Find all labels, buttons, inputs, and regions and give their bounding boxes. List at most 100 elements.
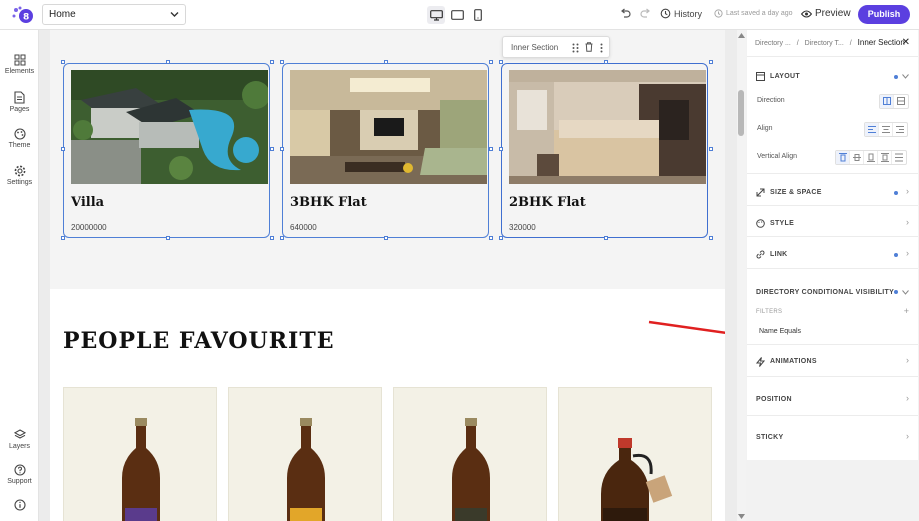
resize-handle[interactable] [499,147,503,151]
scroll-up-icon[interactable] [738,33,745,38]
resize-handle[interactable] [166,236,170,240]
resize-handle[interactable] [489,60,493,64]
resize-handle[interactable] [604,60,608,64]
position-section-header[interactable]: POSITION [756,396,792,403]
breadcrumb-item[interactable]: Directory ... [755,40,791,47]
resize-handle[interactable] [61,236,65,240]
valign-center-button[interactable] [850,151,864,164]
animations-section-header[interactable]: ANIMATIONS [770,358,817,365]
chevron-right-icon[interactable]: › [906,355,909,365]
valign-stretch-button[interactable] [878,151,892,164]
sidebar-item-support[interactable]: Support [0,464,39,485]
property-card-selected[interactable]: 2BHK Flat 320000 [501,63,708,238]
valign-bottom-button[interactable] [864,151,878,164]
product-card[interactable] [558,387,712,521]
undo-icon[interactable] [620,8,631,19]
property-card[interactable]: 3BHK Flat 640000 [282,63,489,238]
delete-icon[interactable] [585,42,593,52]
resize-handle[interactable] [270,147,274,151]
resize-handle[interactable] [709,236,713,240]
resize-handle[interactable] [604,236,608,240]
link-section-header[interactable]: LINK [770,251,788,258]
info-button[interactable] [0,499,39,513]
beer-bottle-image [452,418,490,521]
align-left-button[interactable] [865,123,879,136]
align-toggle[interactable] [864,122,908,137]
scroll-down-icon[interactable] [738,514,745,519]
property-price: 640000 [290,223,317,232]
preview-button[interactable]: Preview [815,8,851,19]
resize-handle[interactable] [499,60,503,64]
align-center-icon [882,126,890,133]
direction-row-button[interactable] [880,95,894,108]
style-section-header[interactable]: STYLE [770,220,794,227]
publish-button[interactable]: Publish [858,5,910,24]
close-icon[interactable]: ✕ [902,37,910,48]
canvas-scrollbar[interactable] [737,30,746,521]
layout-section-header[interactable]: LAYOUT [770,73,800,80]
chevron-right-icon[interactable]: › [906,431,909,441]
sidebar-item-pages[interactable]: Pages [0,91,39,113]
inner-section-label: Inner Section [511,43,559,52]
direction-toggle[interactable] [879,94,909,109]
more-options-icon[interactable] [600,43,603,53]
sidebar-item-elements[interactable]: Elements [0,54,39,75]
desktop-view-button[interactable] [427,6,445,24]
resize-handle[interactable] [489,236,493,240]
chevron-right-icon[interactable]: › [906,248,909,258]
product-card[interactable] [393,387,547,521]
resize-handle[interactable] [280,60,284,64]
chevron-down-icon[interactable] [902,74,909,79]
size-space-section-header[interactable]: SIZE & SPACE [770,189,822,196]
directory-visibility-section-header[interactable]: DIRECTORY CONDITIONAL VISIBILITY [756,289,894,296]
align-center-button[interactable] [879,123,893,136]
resize-handle[interactable] [384,236,388,240]
resize-handle[interactable] [280,236,284,240]
breadcrumb-item[interactable]: Directory T... [805,40,844,47]
resize-handle[interactable] [489,147,493,151]
chevron-right-icon[interactable]: › [906,217,909,227]
direction-column-button[interactable] [894,95,908,108]
resize-handle[interactable] [499,236,503,240]
product-card[interactable] [63,387,217,521]
resize-handle[interactable] [270,60,274,64]
history-icon[interactable] [660,8,671,19]
sidebar-item-theme[interactable]: Theme [0,128,39,149]
filter-item[interactable]: Name Equals [759,328,801,335]
valign-space-button[interactable] [892,151,906,164]
chevron-right-icon[interactable]: › [906,393,909,403]
align-left-icon [868,126,876,133]
info-icon [13,499,26,511]
page-select[interactable]: Home [42,4,186,25]
mobile-view-button[interactable] [469,6,487,24]
resize-handle[interactable] [280,147,284,151]
sidebar-item-layers[interactable]: Layers [0,429,39,450]
sidebar-item-label: Pages [9,106,30,113]
inner-section-toolbar[interactable]: Inner Section [502,36,610,58]
scrollbar-thumb[interactable] [738,90,744,136]
tablet-view-button[interactable] [448,6,466,24]
editor-canvas[interactable]: Inner Section Villa 20000000 3BHK Flat 6… [50,30,725,521]
resize-handle[interactable] [166,60,170,64]
add-filter-icon[interactable]: + [904,306,909,316]
vertical-align-toggle[interactable] [835,150,907,165]
resize-handle[interactable] [270,236,274,240]
sticky-section-header[interactable]: STICKY [756,434,783,441]
redo-icon[interactable] [640,8,651,19]
chevron-down-icon[interactable] [902,290,909,295]
drag-handle-icon[interactable] [572,43,579,53]
align-right-button[interactable] [893,123,907,136]
sidebar-item-settings[interactable]: Settings [0,165,39,186]
app-logo-icon[interactable]: 8 [11,5,35,25]
resize-handle[interactable] [61,147,65,151]
history-button[interactable]: History [674,9,702,19]
resize-handle[interactable] [61,60,65,64]
resize-handle[interactable] [709,60,713,64]
product-card[interactable] [228,387,382,521]
property-card[interactable]: Villa 20000000 [63,63,270,238]
resize-handle[interactable] [709,147,713,151]
chevron-right-icon[interactable]: › [906,186,909,196]
valign-top-button[interactable] [836,151,850,164]
desktop-icon [429,9,443,21]
resize-handle[interactable] [384,60,388,64]
